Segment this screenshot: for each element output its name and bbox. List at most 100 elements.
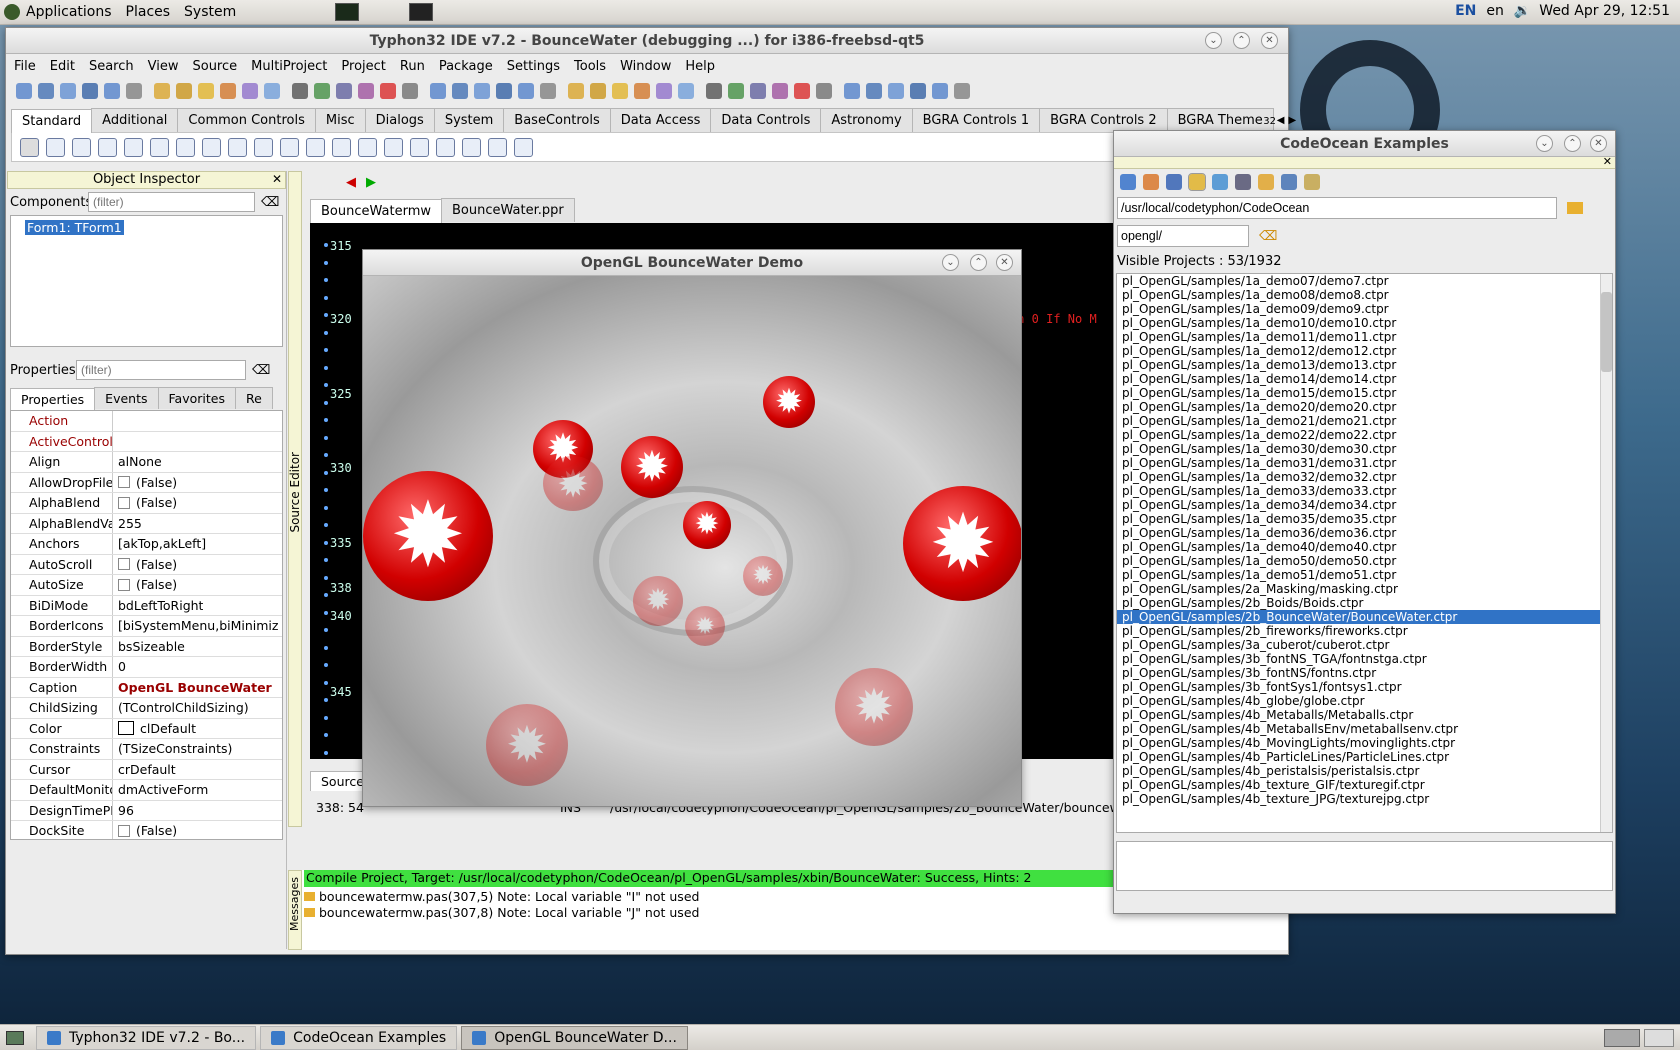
breakpoint-dot-icon[interactable] xyxy=(324,313,328,317)
palette-tab-system[interactable]: System xyxy=(433,108,505,132)
breakpoint-dot-icon[interactable] xyxy=(324,505,328,510)
property-row[interactable]: AutoSize (False) xyxy=(11,575,282,596)
project-list-item[interactable]: pl_OpenGL/samples/1a_demo32/demo32.ctpr xyxy=(1117,470,1600,484)
toolbar-button-icon[interactable] xyxy=(198,83,214,99)
component-icon[interactable] xyxy=(124,137,143,157)
breakpoint-dot-icon[interactable] xyxy=(324,348,328,352)
property-row[interactable]: Align alNone xyxy=(11,452,282,473)
project-list-item[interactable]: pl_OpenGL/samples/4b_Metaballs/Metaballs… xyxy=(1117,708,1600,722)
workspace-switcher[interactable] xyxy=(1604,1029,1640,1047)
back-arrow-icon[interactable]: ◀ xyxy=(346,175,356,190)
project-list-item[interactable]: pl_OpenGL/samples/1a_demo15/demo15.ctpr xyxy=(1117,386,1600,400)
palette-tab-data-access[interactable]: Data Access xyxy=(609,108,712,132)
component-icon[interactable] xyxy=(150,137,169,157)
project-list-item[interactable]: pl_OpenGL/samples/1a_demo50/demo50.ctpr xyxy=(1117,554,1600,568)
project-list-item[interactable]: pl_OpenGL/samples/1a_demo34/demo34.ctpr xyxy=(1117,498,1600,512)
system-menu[interactable]: System xyxy=(184,4,236,20)
menu-window[interactable]: Window xyxy=(620,59,671,74)
maximize-button[interactable]: ⌃ xyxy=(1564,135,1581,152)
breakpoint-dot-icon[interactable] xyxy=(324,610,328,615)
project-list-item[interactable]: pl_OpenGL/samples/3a_cuberot/cuberot.ctp… xyxy=(1117,638,1600,652)
project-list-item[interactable]: pl_OpenGL/samples/1a_demo33/demo33.ctpr xyxy=(1117,484,1600,498)
checkbox[interactable] xyxy=(118,476,130,489)
palette-tab-dialogs[interactable]: Dialogs xyxy=(364,108,435,132)
menu-settings[interactable]: Settings xyxy=(507,59,560,74)
palette-tab-standard[interactable]: Standard xyxy=(11,109,93,133)
gnome-foot-icon[interactable] xyxy=(4,4,20,20)
property-row[interactable]: AlphaBlend (False) xyxy=(11,493,282,514)
project-list-item[interactable]: pl_OpenGL/samples/1a_demo11/demo11.ctpr xyxy=(1117,330,1600,344)
toolbar-button-icon[interactable] xyxy=(568,83,584,99)
path-input[interactable] xyxy=(1117,197,1557,219)
forward-arrow-icon[interactable]: ▶ xyxy=(366,175,376,190)
toolbar-button-icon[interactable] xyxy=(314,83,330,99)
toolbar-button-icon[interactable] xyxy=(474,83,490,99)
project-list-item[interactable]: pl_OpenGL/samples/3b_fontSys1/fontsys1.c… xyxy=(1117,680,1600,694)
toolbar-button-icon[interactable] xyxy=(954,83,970,99)
project-list-item[interactable]: pl_OpenGL/samples/1a_demo22/demo22.ctpr xyxy=(1117,428,1600,442)
maximize-button[interactable]: ⌃ xyxy=(1233,32,1250,49)
inspector-tab-properties[interactable]: Properties xyxy=(10,388,96,410)
minimize-button[interactable]: ⌄ xyxy=(1536,135,1553,152)
toolbar-button-icon[interactable] xyxy=(728,83,744,99)
component-icon[interactable] xyxy=(514,137,533,157)
toolbar-button-icon[interactable] xyxy=(816,83,832,99)
toolbar-button-icon[interactable] xyxy=(430,83,446,99)
toolbar-button-icon[interactable] xyxy=(16,83,32,99)
property-value[interactable]: bdLeftToRight xyxy=(113,598,203,613)
codeocean-toolbar-icon[interactable] xyxy=(1304,174,1320,190)
project-list-item[interactable]: pl_OpenGL/samples/1a_demo20/demo20.ctpr xyxy=(1117,400,1600,414)
project-list-item[interactable]: pl_OpenGL/samples/1a_demo36/demo36.ctpr xyxy=(1117,526,1600,540)
palette-tab-additional[interactable]: Additional xyxy=(91,108,179,132)
editor-tab-1[interactable]: BounceWater.ppr xyxy=(441,198,575,222)
component-icon[interactable] xyxy=(462,137,481,157)
palette-scroll-right-icon[interactable]: ▶ xyxy=(1288,115,1296,126)
project-list-item[interactable]: pl_OpenGL/samples/3b_fontNS/fontns.ctpr xyxy=(1117,666,1600,680)
component-icon[interactable] xyxy=(488,137,507,157)
property-row[interactable]: DockSite (False) xyxy=(11,821,282,839)
breakpoint-dot-icon[interactable] xyxy=(324,383,328,387)
codeocean-toolbar-icon[interactable] xyxy=(1188,173,1206,191)
close-button[interactable]: ✕ xyxy=(996,254,1013,271)
checkbox[interactable] xyxy=(118,496,130,509)
property-row[interactable]: Action xyxy=(11,411,282,432)
toolbar-button-icon[interactable] xyxy=(242,83,258,99)
menu-edit[interactable]: Edit xyxy=(50,59,75,74)
property-value[interactable]: (TSizeConstraints) xyxy=(113,741,232,756)
codeocean-toolbar-icon[interactable] xyxy=(1120,174,1136,190)
property-row[interactable]: AllowDropFiles (False) xyxy=(11,472,282,493)
project-filter-input[interactable] xyxy=(1117,225,1249,247)
toolbar-button-icon[interactable] xyxy=(518,83,534,99)
list-scrollbar[interactable] xyxy=(1600,274,1612,832)
project-list-item[interactable]: pl_OpenGL/samples/1a_demo14/demo14.ctpr xyxy=(1117,372,1600,386)
taskbar-item[interactable]: OpenGL BounceWater D... xyxy=(461,1025,688,1050)
breakpoint-dot-icon[interactable] xyxy=(324,733,328,737)
toolbar-button-icon[interactable] xyxy=(264,83,280,99)
color-swatch[interactable] xyxy=(118,721,134,736)
project-list-item[interactable]: pl_OpenGL/samples/1a_demo08/demo8.ctpr xyxy=(1117,288,1600,302)
property-row[interactable]: AutoScroll (False) xyxy=(11,554,282,575)
project-list-item[interactable]: pl_OpenGL/samples/1a_demo10/demo10.ctpr xyxy=(1117,316,1600,330)
breakpoint-dot-icon[interactable] xyxy=(324,558,328,562)
breakpoint-dot-icon[interactable] xyxy=(324,400,328,405)
taskbar-item[interactable]: Typhon32 IDE v7.2 - Bo... xyxy=(36,1025,257,1050)
palette-tab-common-controls[interactable]: Common Controls xyxy=(177,108,316,132)
opengl-canvas[interactable]: ✹ ✹ ✹ ✹ ✹ ✹ ✹ ✹ ✹ ✹ ✹ ✹ xyxy=(363,276,1021,806)
toolbar-button-icon[interactable] xyxy=(402,83,418,99)
minimize-button[interactable]: ⌄ xyxy=(942,254,959,271)
menu-tools[interactable]: Tools xyxy=(574,59,606,74)
property-value[interactable]: 255 xyxy=(113,516,142,531)
toolbar-button-icon[interactable] xyxy=(706,83,722,99)
breakpoint-dot-icon[interactable] xyxy=(324,330,328,335)
breakpoint-dot-icon[interactable] xyxy=(324,470,328,475)
toolbar-button-icon[interactable] xyxy=(888,83,904,99)
filter-clear-icon[interactable]: ⌫ xyxy=(261,195,279,210)
toolbar-button-icon[interactable] xyxy=(60,83,76,99)
property-value[interactable]: bsSizeable xyxy=(113,639,185,654)
property-value[interactable]: (False) xyxy=(113,557,177,572)
component-icon[interactable] xyxy=(20,137,39,157)
property-row[interactable]: ActiveControl xyxy=(11,431,282,452)
toolbar-button-icon[interactable] xyxy=(452,83,468,99)
property-value[interactable]: (False) xyxy=(113,577,177,592)
project-list-item[interactable]: pl_OpenGL/samples/1a_demo51/demo51.ctpr xyxy=(1117,568,1600,582)
